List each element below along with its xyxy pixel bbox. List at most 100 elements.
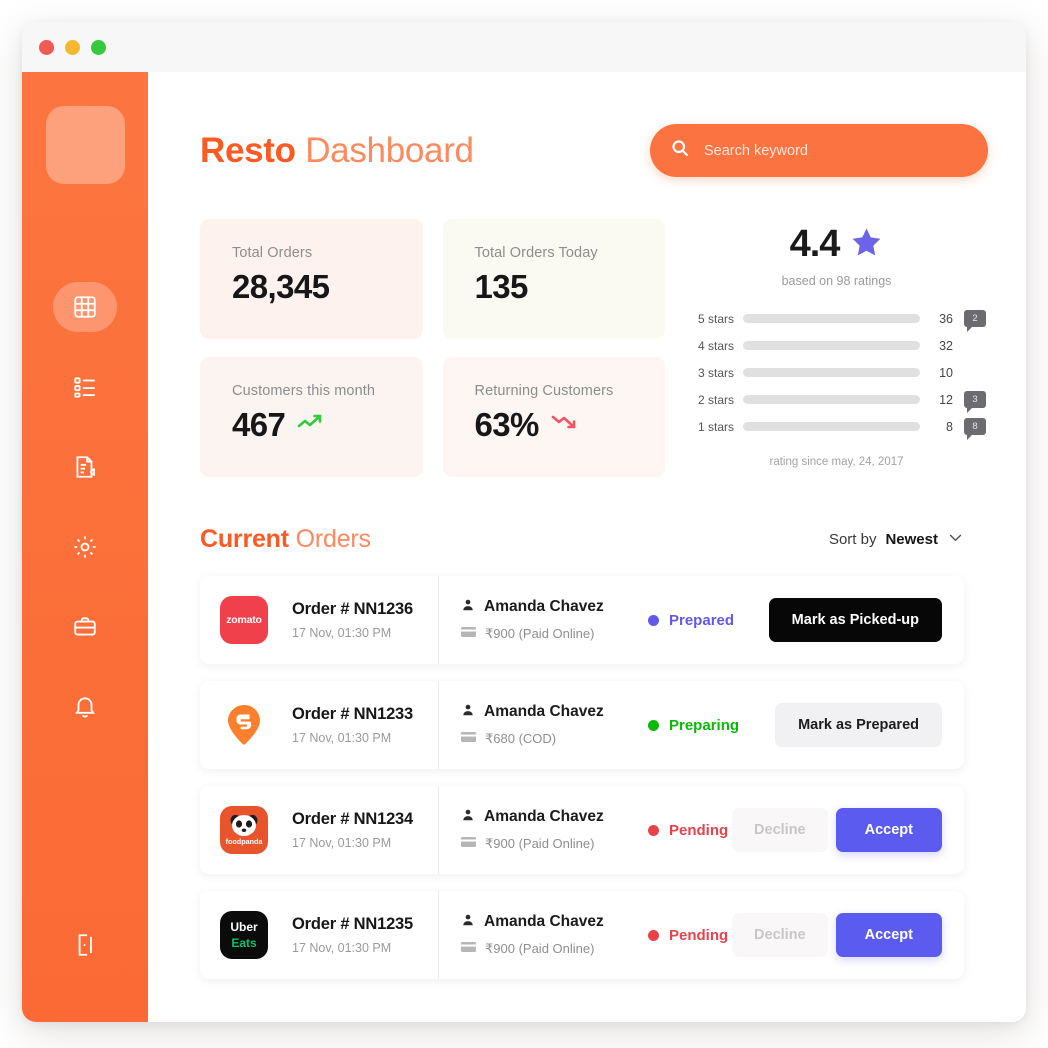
trend-up-icon xyxy=(297,413,327,436)
sidebar-item-billing[interactable] xyxy=(53,442,117,492)
rating-row-track xyxy=(743,422,920,431)
sort-by-control[interactable]: Sort by Newest xyxy=(829,529,964,551)
zomato-logo-icon: zomato xyxy=(220,596,268,644)
sidebar-item-logout[interactable] xyxy=(53,920,117,970)
mark-as-prepared-button[interactable]: Mark as Prepared xyxy=(775,703,942,747)
sidebar-nav xyxy=(22,282,148,732)
stat-card-total-orders-today: Total Orders Today 135 xyxy=(442,219,665,339)
status-text: Prepared xyxy=(669,611,735,629)
rating-panel: 4.4 based on 98 ratings 5 stars 36 2 4 s… xyxy=(685,219,988,477)
search-bar[interactable] xyxy=(650,124,988,177)
order-actions: Decline Accept xyxy=(732,913,942,957)
rating-score: 4.4 xyxy=(789,223,841,265)
customer-name: Amanda Chavez xyxy=(484,808,604,825)
order-info: Order # NN1233 17 Nov, 01:30 PM xyxy=(268,705,438,745)
status-dot xyxy=(648,929,659,941)
app-body: Resto Dashboard Total Or xyxy=(22,72,1026,1022)
rating-row: 5 stars 36 2 xyxy=(685,305,988,332)
customer-name: Amanda Chavez xyxy=(484,913,604,930)
rating-row-track xyxy=(743,341,920,350)
logout-icon xyxy=(72,932,98,958)
order-id: Order # NN1234 xyxy=(292,810,414,828)
table-row[interactable]: zomato Order # NN1236 17 Nov, 01:30 PM A… xyxy=(200,576,964,664)
trend-down-icon xyxy=(551,413,581,436)
order-id: Order # NN1235 xyxy=(292,915,414,933)
table-row[interactable]: foodpanda Order # NN1234 17 Nov, 01:30 P… xyxy=(200,786,964,874)
table-row[interactable]: Order # NN1233 17 Nov, 01:30 PM Amanda C… xyxy=(200,681,964,769)
credit-card-icon xyxy=(461,940,476,958)
stat-cards: Total Orders 28,345 Total Orders Today 1… xyxy=(200,219,665,477)
rating-row-label: 4 stars xyxy=(697,338,734,353)
comment-badge[interactable]: 8 xyxy=(964,418,986,440)
order-actions: Decline Accept xyxy=(732,808,942,852)
search-icon xyxy=(670,138,690,163)
window-titlebar xyxy=(22,22,1026,72)
person-icon xyxy=(461,913,475,932)
status-text: Pending xyxy=(669,821,729,839)
page-title-rest: Dashboard xyxy=(305,130,474,170)
status-text: Pending xyxy=(669,926,729,944)
rating-row-badge-slot: 2 xyxy=(962,310,988,332)
rating-row-track xyxy=(743,314,920,323)
stat-label: Total Orders xyxy=(232,245,313,261)
order-time: 17 Nov, 01:30 PM xyxy=(292,836,392,850)
table-row[interactable]: Uber Eats Order # NN1235 17 Nov, 01:30 P… xyxy=(200,891,964,979)
decline-button[interactable]: Decline xyxy=(732,808,828,852)
orders-header: Current Orders Sort by Newest xyxy=(200,525,996,554)
payment-info: ₹900 (Paid Online) xyxy=(485,940,595,956)
stats-and-rating: Total Orders 28,345 Total Orders Today 1… xyxy=(200,219,996,477)
rating-row: 4 stars 32 xyxy=(685,332,988,359)
payment-info: ₹900 (Paid Online) xyxy=(485,835,595,851)
order-time: 17 Nov, 01:30 PM xyxy=(292,626,392,640)
order-status: Pending xyxy=(624,927,732,944)
stat-value: 135 xyxy=(474,268,529,305)
credit-card-icon xyxy=(461,835,476,853)
rating-row-label: 2 stars xyxy=(697,392,734,407)
stat-card-total-orders: Total Orders 28,345 xyxy=(200,219,423,339)
order-info: Order # NN1236 17 Nov, 01:30 PM xyxy=(268,600,438,640)
customer-name: Amanda Chavez xyxy=(484,598,604,615)
list-icon xyxy=(72,374,98,400)
comment-badge[interactable]: 3 xyxy=(964,391,986,413)
payment-info: ₹680 (COD) xyxy=(485,730,557,746)
stat-value: 28,345 xyxy=(232,268,330,305)
search-input[interactable] xyxy=(704,142,968,159)
rating-row-count: 10 xyxy=(939,365,953,380)
rating-row: 2 stars 12 3 xyxy=(685,386,988,413)
sidebar-item-orders[interactable] xyxy=(53,362,117,412)
main-content: Resto Dashboard Total Or xyxy=(148,72,1026,1022)
accept-button[interactable]: Accept xyxy=(835,808,942,852)
customer-name: Amanda Chavez xyxy=(484,703,604,720)
mark-as-picked-up-button[interactable]: Mark as Picked-up xyxy=(768,598,942,642)
status-dot xyxy=(648,824,659,836)
rating-row-count: 8 xyxy=(946,419,953,434)
page-title-accent: Resto xyxy=(200,130,296,170)
rating-row-label: 1 stars xyxy=(697,419,734,434)
minimize-button[interactable] xyxy=(65,39,80,55)
rating-row-badge-slot: 8 xyxy=(962,418,988,440)
rating-row-track xyxy=(743,368,920,377)
svg-text:foodpanda: foodpanda xyxy=(226,837,264,846)
maximize-button[interactable] xyxy=(91,39,106,55)
comment-badge[interactable] xyxy=(964,364,986,381)
stat-card-customers-this-month: Customers this month 467 xyxy=(200,357,423,477)
sidebar-item-notifications[interactable] xyxy=(53,682,117,732)
order-time: 17 Nov, 01:30 PM xyxy=(292,941,392,955)
comment-badge[interactable] xyxy=(964,337,986,354)
close-button[interactable] xyxy=(39,39,54,55)
chevron-down-icon xyxy=(947,529,964,551)
sidebar-bottom xyxy=(22,920,148,970)
credit-card-icon xyxy=(461,730,476,748)
sidebar-item-settings[interactable] xyxy=(53,522,117,572)
app-logo[interactable] xyxy=(45,106,125,184)
rating-row-badge-slot xyxy=(962,364,988,381)
sidebar-item-dashboard[interactable] xyxy=(53,282,117,332)
order-actions: Mark as Picked-up xyxy=(768,598,942,642)
decline-button[interactable]: Decline xyxy=(732,913,828,957)
star-icon xyxy=(850,226,883,264)
accept-button[interactable]: Accept xyxy=(835,913,942,957)
ubereats-top-word: Uber xyxy=(230,919,258,934)
comment-badge[interactable]: 2 xyxy=(964,310,986,332)
rating-row-count: 12 xyxy=(939,392,953,407)
sidebar-item-inventory[interactable] xyxy=(53,602,117,652)
